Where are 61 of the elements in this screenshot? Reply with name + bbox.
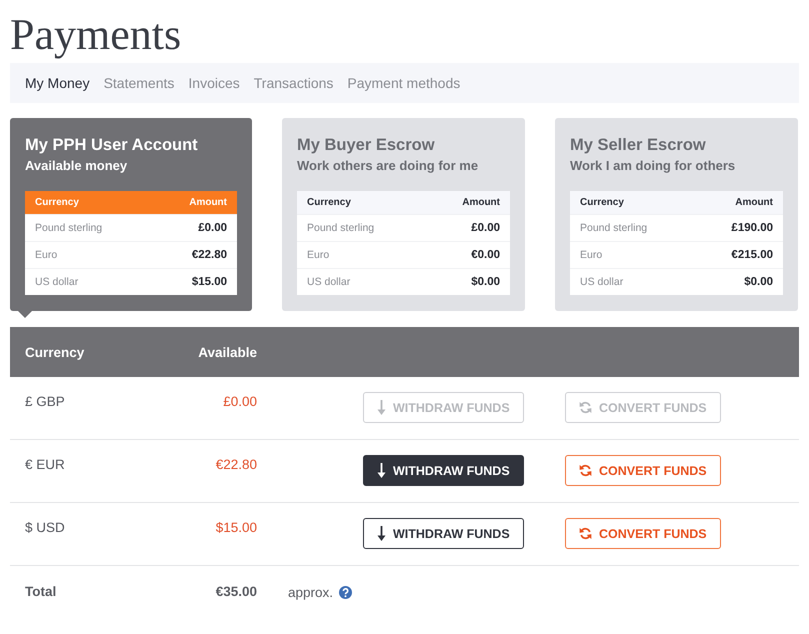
refresh-icon [579,401,592,414]
arrow-down-icon [377,463,386,478]
account-card[interactable]: My PPH User Account Available money Currency Amount Pound sterling £0.00 Euro €22.80 US dollar $15.00 [10,118,252,311]
account-card[interactable]: My Seller Escrow Work I am doing for others Currency Amount Pound sterling £190.00 Euro €215.00 US dollar $0.00 [555,118,798,311]
card-subtitle: Available money [25,157,128,175]
card-title: My Buyer Escrow [297,135,436,156]
help-icon[interactable] [339,586,352,598]
total-label: Total [25,583,58,601]
table-cell: $15.00 [192,276,227,288]
table-cell: £0.00 [471,222,500,234]
table-cell: £190.00 [731,222,773,234]
nav-tab[interactable]: Invoices [188,75,240,91]
amount-cell-text: $15.00 [214,519,257,537]
table-cell: US dollar [307,276,350,288]
currency-cell-text: € EUR [25,456,66,474]
table-cell: Euro [580,249,602,261]
refresh-icon [579,527,592,540]
table-cell: Euro [307,249,330,261]
column-header: Currency [35,197,79,208]
page-title: Payments [10,9,182,61]
account-card[interactable]: My Buyer Escrow Work others are doing for me Currency Amount Pound sterling £0.00 Euro €0.00 US dollar $0.00 [282,118,525,311]
card-title: My Seller Escrow [570,135,707,156]
card-title: My PPH User Account [25,135,199,156]
amount-cell-text: £0.00 [222,393,257,411]
column-header: Amount [189,197,227,208]
table-cell: $0.00 [744,276,773,288]
table-cell: €22.80 [192,249,227,261]
refresh-icon [579,464,592,477]
convert-button[interactable]: CONVERT FUNDS [565,455,721,486]
total-amount: €35.00 [214,583,257,601]
column-header: Amount [462,197,500,208]
arrow-down-icon [377,526,386,541]
card-subtitle: Work others are doing for me [297,157,480,175]
column-header: Amount [735,197,773,208]
table-cell: Euro [35,249,58,261]
nav-tab[interactable]: Transactions [254,75,334,91]
amount-cell-text: €22.80 [214,456,257,474]
column-header: Currency [25,344,86,360]
currency-cell-text: £ GBP [25,393,66,411]
approx-note: approx. [288,584,334,600]
table-cell: Pound sterling [35,222,102,234]
nav-tab[interactable]: Payment methods [347,75,460,91]
withdraw-button[interactable]: WITHDRAW FUNDS [363,518,524,549]
column-header: Available [197,344,257,360]
table-cell: $0.00 [471,276,500,288]
table-cell: £0.00 [198,222,227,234]
table-cell: Pound sterling [307,222,374,234]
table-cell: €215.00 [731,249,773,261]
arrow-down-icon [377,400,386,415]
convert-button[interactable]: CONVERT FUNDS [565,518,721,549]
nav-tab[interactable]: Statements [104,75,174,91]
table-cell: Pound sterling [580,222,648,234]
withdraw-button[interactable]: WITHDRAW FUNDS [363,455,524,486]
column-header: Currency [307,197,351,208]
table-cell: US dollar [35,276,78,288]
currency-cell-text: $ USD [25,519,66,537]
table-cell: €0.00 [471,249,500,261]
column-header: Currency [580,197,624,208]
card-subtitle: Work I am doing for others [570,157,736,175]
nav-tab[interactable]: My Money [25,75,90,91]
table-cell: US dollar [580,276,624,288]
